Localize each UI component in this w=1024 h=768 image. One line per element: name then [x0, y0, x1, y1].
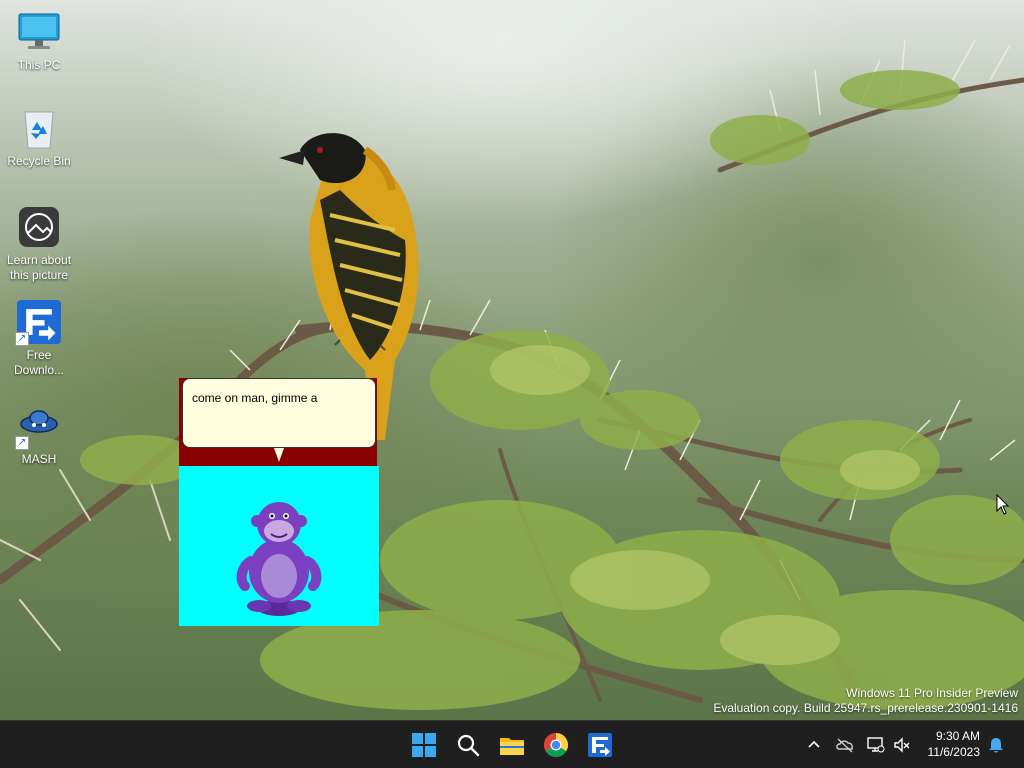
this-pc-icon	[17, 10, 61, 54]
desktop-icon-label: Learn about this picture	[6, 253, 72, 282]
bell-icon	[989, 738, 1003, 753]
learn-picture-icon	[17, 205, 61, 249]
chrome-button[interactable]	[540, 729, 572, 761]
start-button[interactable]	[408, 729, 440, 761]
search-icon	[457, 734, 480, 757]
watermark-build: Evaluation copy. Build 25947.rs_prerelea…	[713, 701, 1018, 715]
volume-button[interactable]	[892, 735, 912, 755]
shortcut-arrow-icon: ↗	[15, 332, 29, 346]
mouse-cursor	[996, 493, 1010, 521]
bonzi-buddy-window[interactable]: come on man, gimme a	[179, 378, 379, 626]
clock-time: 9:30 AM	[935, 729, 980, 743]
windows-watermark: Windows 11 Pro Insider Preview Evaluatio…	[713, 686, 1018, 716]
desktop-icon-label: Free Downlo...	[13, 348, 65, 377]
clock-date: 11/6/2023	[927, 745, 981, 759]
volume-muted-icon	[894, 737, 910, 753]
onedrive-offline-icon	[836, 738, 853, 753]
taskbar-clock[interactable]: 9:30 AM 11/6/2023	[928, 728, 981, 760]
notifications-button[interactable]	[986, 735, 1006, 755]
bonzi-stage[interactable]	[179, 466, 379, 626]
wallpaper-scene	[0, 39, 1024, 710]
free-download-manager-icon	[588, 733, 612, 757]
speech-bubble-tail	[274, 448, 284, 462]
file-explorer-icon	[500, 738, 524, 755]
chrome-icon	[543, 733, 569, 758]
speech-text: come on man, gimme a	[192, 391, 318, 405]
onedrive-button[interactable]	[835, 735, 855, 755]
desktop-icon-mash[interactable]: ↗ MASH	[4, 404, 74, 467]
shortcut-arrow-icon: ↗	[15, 436, 29, 450]
watermark-edition: Windows 11 Pro Insider Preview	[846, 686, 1018, 700]
speech-bubble: come on man, gimme a	[182, 378, 376, 448]
desktop-icon-label: This PC	[17, 58, 61, 72]
desktop-wallpaper	[0, 0, 1024, 720]
recycle-bin-icon	[17, 106, 61, 150]
start-icon	[412, 733, 436, 757]
file-explorer-button[interactable]	[496, 729, 528, 761]
desktop-icon-learn-picture[interactable]: Learn about this picture	[4, 205, 74, 283]
network-button[interactable]	[866, 735, 886, 755]
desktop-icon-free-download-manager[interactable]: ↗ Free Downlo...	[4, 300, 74, 378]
free-download-manager-icon: ↗	[15, 300, 61, 346]
desktop-icon-this-pc[interactable]: This PC	[4, 10, 74, 73]
desktop-icon-label: MASH	[21, 452, 57, 466]
bonzi-character[interactable]	[179, 466, 379, 626]
network-icon	[867, 737, 885, 753]
search-button[interactable]	[452, 729, 484, 761]
mash-icon: ↗	[15, 404, 61, 450]
free-download-manager-taskbar-button[interactable]	[584, 729, 616, 761]
desktop-icon-label: Recycle Bin	[7, 154, 71, 168]
chevron-up-icon	[808, 740, 820, 748]
desktop-icon-recycle-bin[interactable]: Recycle Bin	[4, 106, 74, 169]
taskbar: 9:30 AM 11/6/2023	[0, 720, 1024, 768]
show-hidden-icons-button[interactable]	[804, 735, 824, 755]
